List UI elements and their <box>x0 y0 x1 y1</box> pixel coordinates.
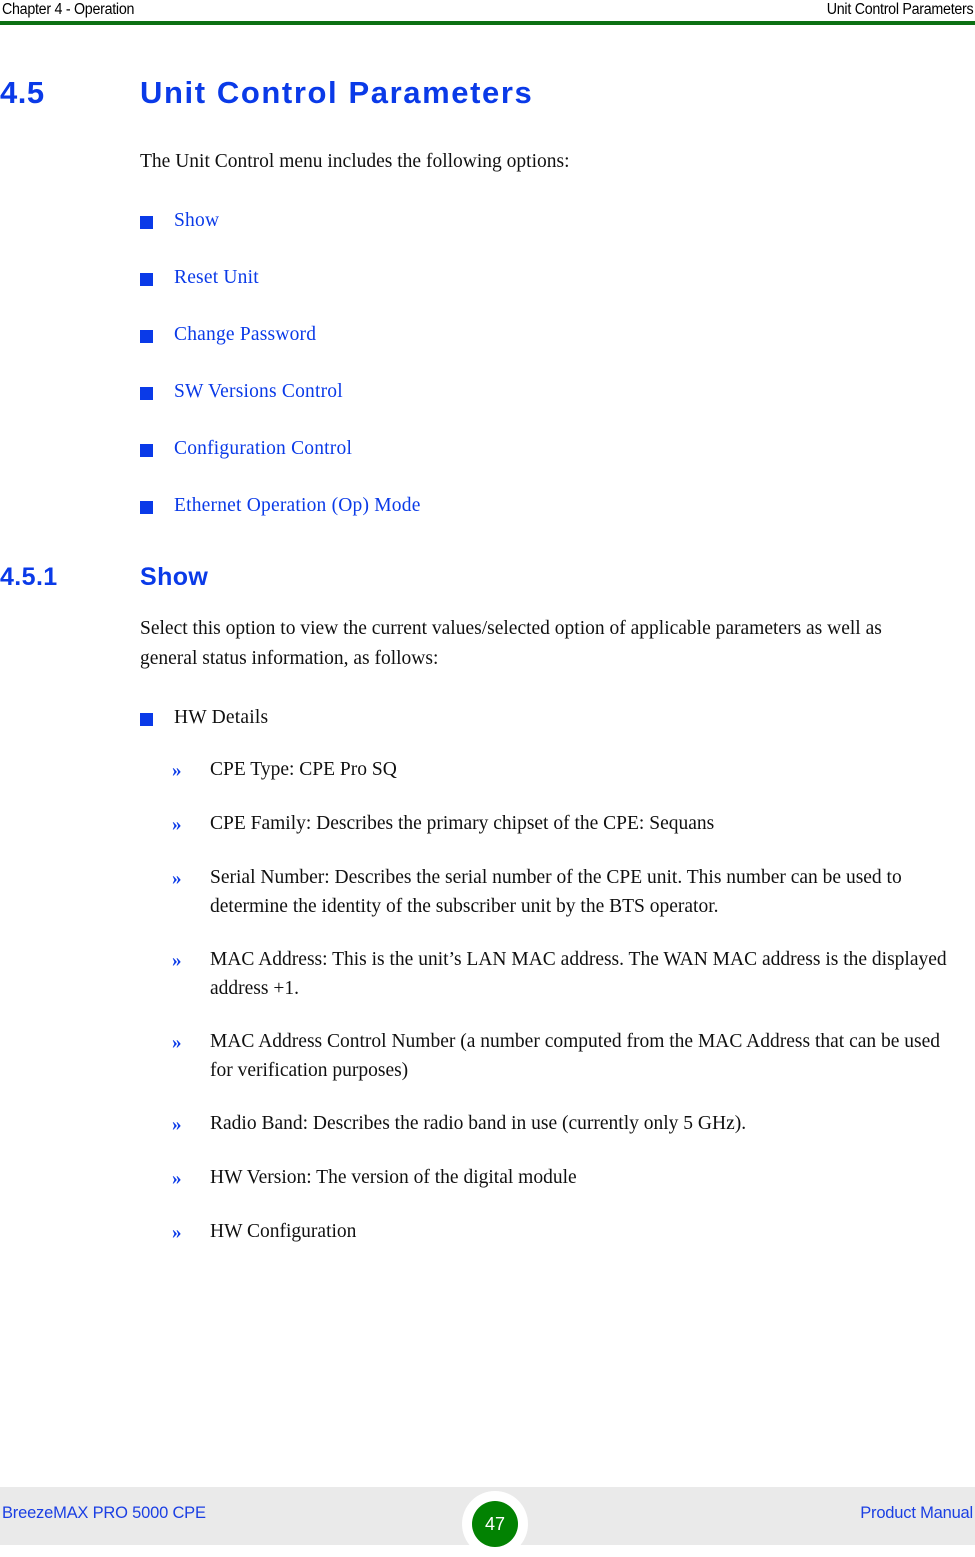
sub-list-item-text: Radio Band: Describes the radio band in … <box>210 1113 747 1134</box>
sub-list-item-radio-band: » Radio Band: Describes the radio band i… <box>172 1109 967 1139</box>
list-item-label[interactable]: Configuration Control <box>174 436 352 462</box>
section-heading: 4.5 Unit Control Parameters <box>0 75 975 111</box>
sub-list-item-serial-number: » Serial Number: Describes the serial nu… <box>172 863 967 921</box>
square-bullet-icon <box>140 501 153 514</box>
sub-list-item-cpe-type: » CPE Type: CPE Pro SQ <box>172 755 967 785</box>
sub-list-item-text: CPE Family: Describes the primary chipse… <box>210 813 715 834</box>
square-bullet-icon <box>140 444 153 457</box>
list-item-label: HW Details <box>174 707 269 728</box>
list-item-label[interactable]: Change Password <box>174 322 316 348</box>
page-number-value: 47 <box>484 1513 506 1534</box>
list-item-label[interactable]: Reset Unit <box>174 265 259 291</box>
footer-product-label: BreezeMAX PRO 5000 CPE <box>2 1504 206 1522</box>
double-chevron-icon: » <box>172 868 182 889</box>
sub-list-item-text: MAC Address Control Number (a number com… <box>210 1031 941 1081</box>
square-bullet-icon <box>140 273 153 286</box>
subsection-number: 4.5.1 <box>0 563 58 591</box>
sub-list-item-text: Serial Number: Describes the serial numb… <box>210 867 902 917</box>
page-number-badge: 47 <box>472 1501 518 1547</box>
page-content: 4.5 Unit Control Parameters The Unit Con… <box>0 26 975 1247</box>
double-chevron-icon: » <box>172 1114 182 1135</box>
section-number: 4.5 <box>0 75 45 110</box>
double-chevron-icon: » <box>172 1168 182 1189</box>
header-divider-rule <box>0 21 975 25</box>
square-bullet-icon <box>140 330 153 343</box>
subsection-intro-paragraph: Select this option to view the current v… <box>140 618 882 669</box>
sub-list-item-hw-version: » HW Version: The version of the digital… <box>172 1163 967 1193</box>
header-chapter-label: Chapter 4 - Operation <box>2 1 135 18</box>
list-item-reset-unit[interactable]: Reset Unit <box>140 265 975 291</box>
sub-list-item-mac-address-control-number: » MAC Address Control Number (a number c… <box>172 1027 967 1085</box>
double-chevron-icon: » <box>172 814 182 835</box>
square-bullet-icon <box>140 387 153 400</box>
list-item-show[interactable]: Show <box>140 208 975 234</box>
square-bullet-icon <box>140 713 153 726</box>
sub-list-item-cpe-family: » CPE Family: Describes the primary chip… <box>172 809 967 839</box>
list-item-ethernet-operation-mode[interactable]: Ethernet Operation (Op) Mode <box>140 493 975 519</box>
square-bullet-icon <box>140 216 153 229</box>
section-intro-paragraph: The Unit Control menu includes the follo… <box>140 151 570 172</box>
double-chevron-icon: » <box>172 760 182 781</box>
sub-list-item-text: CPE Type: CPE Pro SQ <box>210 759 397 780</box>
sub-list-item-mac-address: » MAC Address: This is the unit’s LAN MA… <box>172 945 967 1003</box>
list-item-configuration-control[interactable]: Configuration Control <box>140 436 975 462</box>
footer-document-type-label: Product Manual <box>860 1504 973 1522</box>
list-item-label[interactable]: SW Versions Control <box>174 379 343 405</box>
sub-list-item-hw-configuration: » HW Configuration <box>172 1217 967 1247</box>
section-title: Unit Control Parameters <box>140 75 534 110</box>
list-item-sw-versions-control[interactable]: SW Versions Control <box>140 379 975 405</box>
double-chevron-icon: » <box>172 1032 182 1053</box>
sub-list-item-text: HW Version: The version of the digital m… <box>210 1167 577 1188</box>
list-item-change-password[interactable]: Change Password <box>140 322 975 348</box>
subsection-title: Show <box>140 563 209 591</box>
running-header: Chapter 4 - Operation Unit Control Param… <box>0 0 975 26</box>
subsection-heading: 4.5.1 Show <box>0 563 975 592</box>
double-chevron-icon: » <box>172 1222 182 1243</box>
list-item-label[interactable]: Ethernet Operation (Op) Mode <box>174 493 421 519</box>
sub-list-item-text: HW Configuration <box>210 1221 357 1242</box>
header-section-label: Unit Control Parameters <box>826 1 973 18</box>
sub-list-item-text: MAC Address: This is the unit’s LAN MAC … <box>210 949 947 999</box>
list-item-label[interactable]: Show <box>174 208 219 234</box>
running-footer: BreezeMAX PRO 5000 CPE 47 Product Manual <box>0 1487 975 1557</box>
double-chevron-icon: » <box>172 950 182 971</box>
list-item-hw-details: HW Details <box>140 705 975 731</box>
